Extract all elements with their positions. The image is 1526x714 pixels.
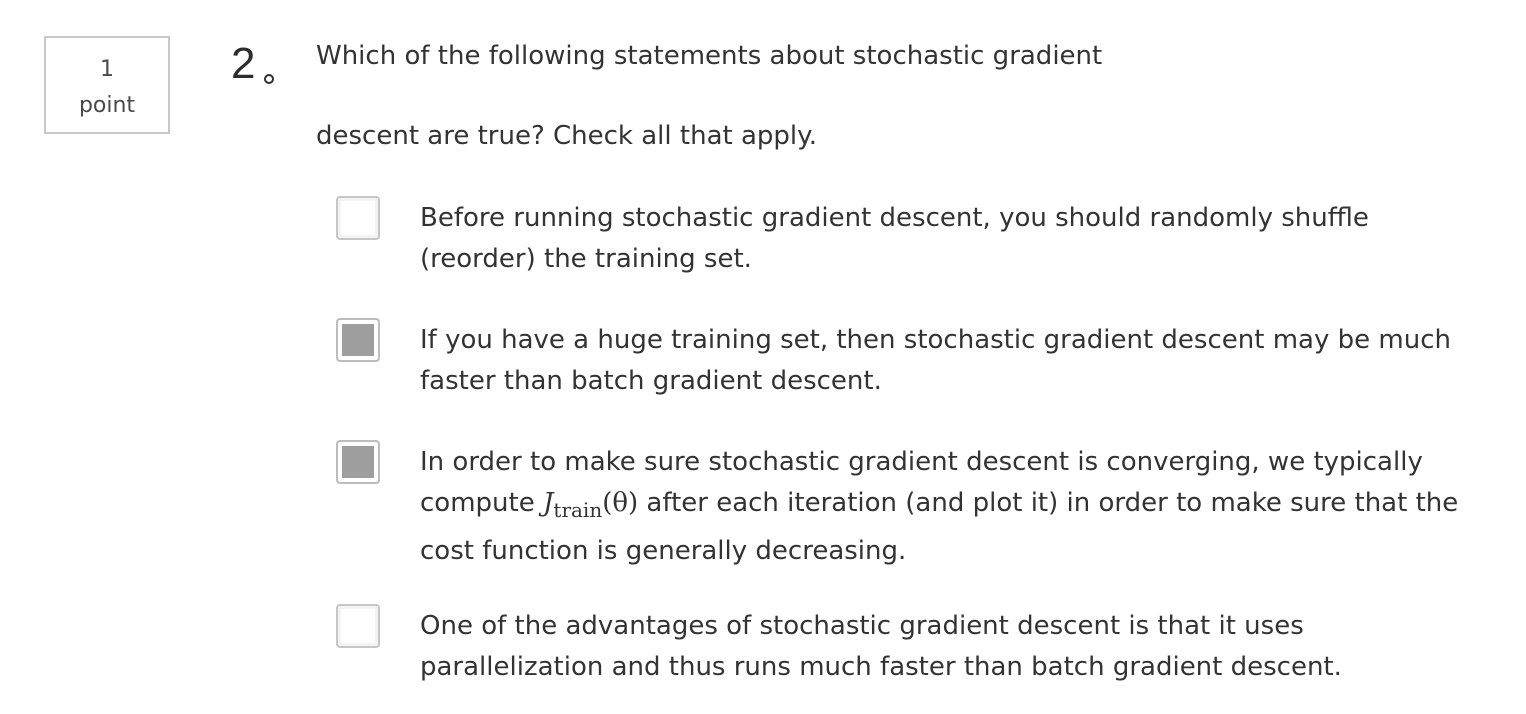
- option-2-checkbox[interactable]: [336, 318, 380, 362]
- question-number: 2: [231, 39, 256, 88]
- option-4-checkbox[interactable]: [336, 604, 380, 648]
- question-prompt-line-1: Which of the following statements about …: [316, 41, 1103, 71]
- points-badge: 1 point: [44, 36, 170, 134]
- option-3-checkbox[interactable]: [336, 440, 380, 484]
- math-symbol: J: [542, 488, 554, 518]
- option-3-label: In order to make sure stochastic gradien…: [420, 442, 1460, 572]
- option-2-label: If you have a huge training set, then st…: [420, 325, 1451, 396]
- option-1-checkbox[interactable]: [336, 196, 380, 240]
- math-subscript: train: [553, 498, 603, 522]
- math-argument: (θ): [602, 488, 639, 518]
- points-value: 1: [100, 57, 114, 82]
- option-1-label: Before running stochastic gradient desce…: [420, 203, 1369, 274]
- option-4-label: One of the advantages of stochastic grad…: [420, 611, 1342, 682]
- math-j-train-theta: Jtrain(θ): [542, 488, 639, 522]
- points-unit: point: [78, 93, 136, 118]
- question-prompt-line-2: descent are true? Check all that apply.: [316, 121, 818, 151]
- question-number-dot: [264, 74, 274, 84]
